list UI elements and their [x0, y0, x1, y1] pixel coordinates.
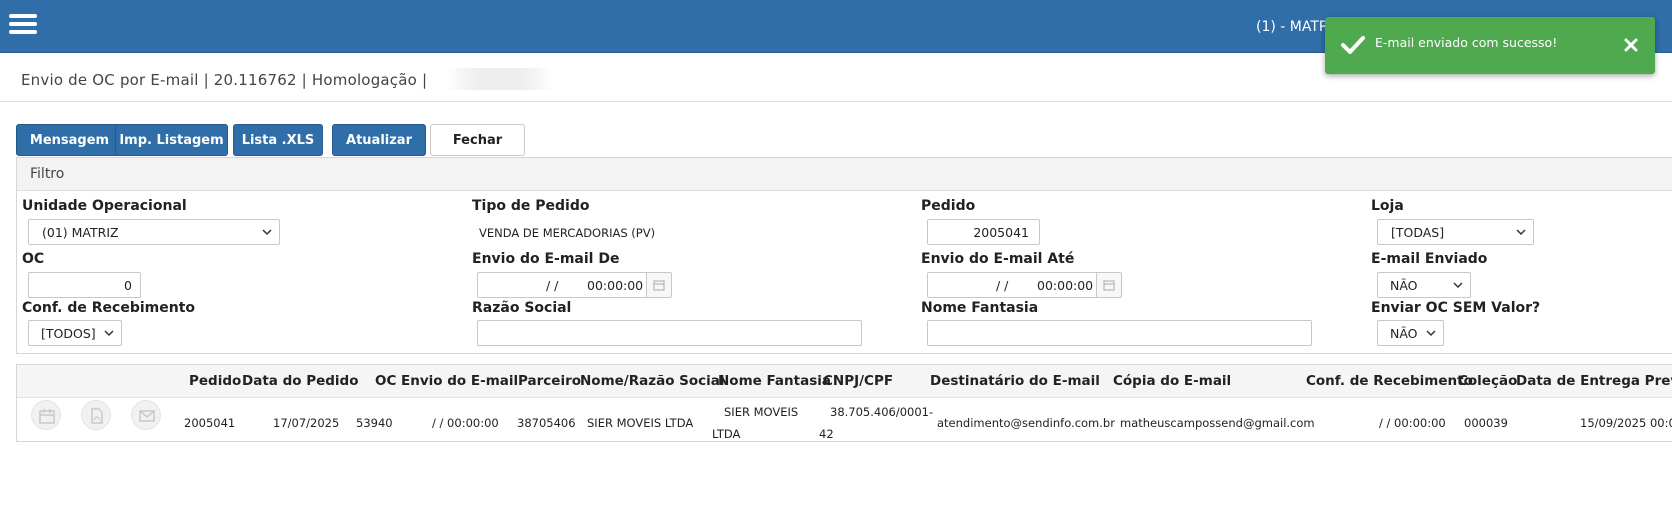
conf-recebimento-value: [TODOS]: [41, 326, 96, 341]
calendar-icon: [1103, 280, 1115, 291]
close-icon[interactable]: [1623, 37, 1639, 53]
column-header-envio-email[interactable]: Envio do E-mail: [401, 373, 518, 389]
column-header-entrega[interactable]: Data de Entrega Previst: [1516, 373, 1672, 389]
mensagem-button[interactable]: Mensagem: [16, 124, 123, 156]
pdf-file-icon: [91, 408, 103, 424]
atualizar-button[interactable]: Atualizar: [332, 124, 426, 156]
envio-de-input[interactable]: / / 00:00:00: [477, 272, 647, 298]
envio-de-time: 00:00:00: [587, 278, 644, 293]
column-header-fantasia[interactable]: Nome Fantasia: [718, 373, 831, 389]
calendar-icon: [39, 409, 55, 424]
conf-recebimento-select[interactable]: [TODOS]: [28, 320, 122, 346]
oc-input[interactable]: 0: [28, 272, 141, 298]
envio-ate-label: Envio do E-mail Até: [921, 251, 1075, 267]
success-toast: E-mail enviado com sucesso!: [1325, 17, 1655, 74]
envio-ate-date: / /: [996, 278, 1009, 293]
cell-razao: SIER MOVEIS LTDA: [587, 416, 694, 430]
cell-colecao: 000039: [1464, 416, 1508, 430]
fechar-button[interactable]: Fechar: [430, 124, 525, 156]
envio-ate-time: 00:00:00: [1037, 278, 1094, 293]
envio-ate-input[interactable]: / / 00:00:00: [927, 272, 1097, 298]
cell-fantasia-line2: LTDA: [712, 427, 741, 441]
cell-destinatario: atendimento@sendinfo.com.br: [937, 416, 1115, 430]
unidade-label: Unidade Operacional: [22, 198, 187, 214]
envio-de-label: Envio do E-mail De: [472, 251, 620, 267]
cell-entrega: 15/09/2025 00:0: [1580, 416, 1672, 430]
pdf-button[interactable]: [81, 400, 111, 430]
send-email-button[interactable]: [131, 400, 161, 430]
unidade-value: (01) MATRIZ: [42, 225, 119, 240]
loja-select[interactable]: [TODAS]: [1377, 219, 1534, 245]
unit-label: (1) - MATR: [1256, 19, 1329, 35]
email-enviado-label: E-mail Enviado: [1371, 251, 1488, 267]
envelope-icon: [139, 410, 155, 422]
pedido-value: 2005041: [973, 225, 1029, 240]
column-header-oc[interactable]: OC: [375, 373, 396, 389]
tipo-pedido-value: VENDA DE MERCADORIAS (PV): [479, 226, 656, 240]
sem-valor-value: NÃO: [1390, 326, 1418, 341]
cell-envio-email: / / 00:00:00: [432, 416, 499, 430]
toast-message: E-mail enviado com sucesso!: [1375, 35, 1558, 50]
calendar-button[interactable]: [646, 272, 672, 298]
email-enviado-select[interactable]: NÃO: [1377, 272, 1471, 298]
column-header-pedido[interactable]: Pedido: [189, 373, 241, 389]
column-header-copia[interactable]: Cópia do E-mail: [1113, 373, 1231, 389]
conf-recebimento-label: Conf. de Recebimento: [22, 300, 196, 316]
column-header-conf[interactable]: Conf. de Recebimento: [1306, 373, 1473, 389]
chevron-down-icon: [1453, 282, 1463, 289]
cell-parceiro: 38705406: [517, 416, 576, 430]
imp-listagem-button[interactable]: Imp. Listagem: [115, 124, 228, 156]
tipo-pedido-label: Tipo de Pedido: [472, 198, 590, 214]
column-header-destinatario[interactable]: Destinatário do E-mail: [930, 373, 1100, 389]
unidade-select[interactable]: (01) MATRIZ: [28, 219, 280, 245]
pedido-input[interactable]: 2005041: [927, 219, 1040, 245]
oc-value: 0: [124, 278, 132, 293]
chevron-down-icon: [1426, 330, 1436, 337]
nome-fantasia-label: Nome Fantasia: [921, 300, 1039, 316]
cell-copia: matheuscampossend@gmail.com: [1120, 416, 1315, 430]
chevron-down-icon: [1516, 229, 1526, 236]
column-header-data-pedido[interactable]: Data do Pedido: [242, 373, 359, 389]
sem-valor-label: Enviar OC SEM Valor?: [1371, 300, 1541, 316]
loja-value: [TODAS]: [1391, 225, 1445, 240]
filter-header[interactable]: Filtro: [17, 158, 1672, 191]
page-title: Envio de OC por E-mail | 20.116762 | Hom…: [21, 71, 428, 89]
cell-pedido: 2005041: [184, 416, 236, 430]
check-icon: [1341, 36, 1365, 54]
column-header-razao[interactable]: Nome/Razão Social: [580, 373, 725, 389]
razao-social-input[interactable]: [477, 320, 862, 346]
column-header-parceiro[interactable]: Parceiro: [518, 373, 581, 389]
calendar-icon: [653, 280, 665, 291]
envio-de-date: / /: [546, 278, 559, 293]
loja-label: Loja: [1371, 198, 1404, 214]
chevron-down-icon: [262, 229, 272, 236]
column-header-colecao[interactable]: Coleção: [1458, 373, 1517, 389]
nome-fantasia-input[interactable]: [927, 320, 1312, 346]
cell-fantasia-line1: SIER MOVEIS: [724, 405, 799, 419]
calendar-button[interactable]: [1096, 272, 1122, 298]
filter-title: Filtro: [30, 166, 65, 182]
cell-cnpj-line2: 42: [819, 427, 834, 441]
cell-cnpj-line1: 38.705.406/0001-: [830, 405, 934, 419]
lista-xls-button[interactable]: Lista .XLS: [233, 124, 323, 156]
cell-conf: / / 00:00:00: [1379, 416, 1446, 430]
razao-social-label: Razão Social: [472, 300, 572, 316]
schedule-button[interactable]: [31, 400, 61, 430]
column-header-cnpj[interactable]: CNPJ/CPF: [823, 373, 893, 389]
divider: [0, 101, 1672, 102]
redacted-text: [445, 68, 555, 90]
email-enviado-value: NÃO: [1390, 278, 1418, 293]
oc-label: OC: [22, 251, 45, 267]
chevron-down-icon: [104, 330, 114, 337]
cell-data-pedido: 17/07/2025: [273, 416, 340, 430]
pedido-label: Pedido: [921, 198, 976, 214]
sem-valor-select[interactable]: NÃO: [1377, 320, 1444, 346]
menu-icon[interactable]: [9, 14, 37, 36]
cell-oc: 53940: [356, 416, 393, 430]
